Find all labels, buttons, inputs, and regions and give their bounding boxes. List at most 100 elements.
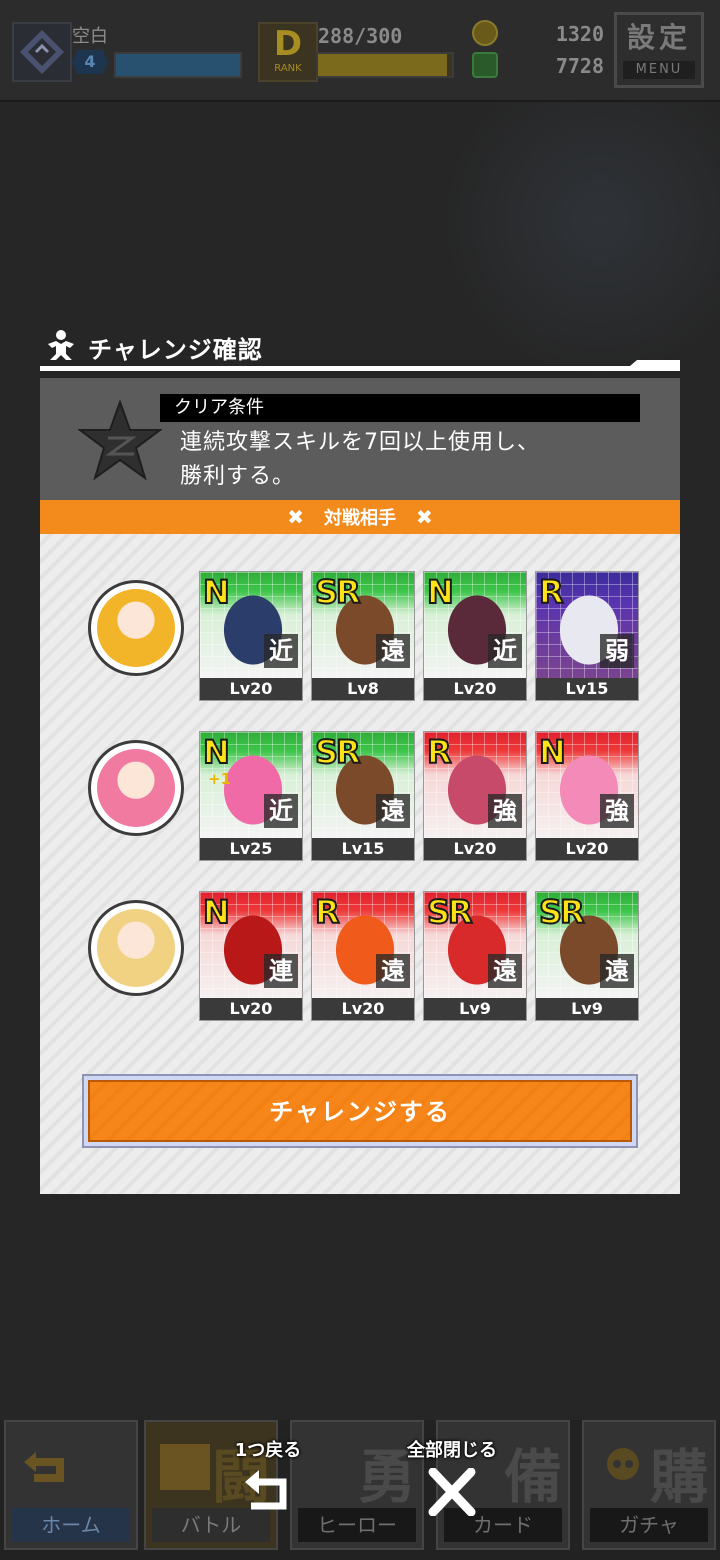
opponent-card[interactable]: R 強 Lv20 <box>424 732 526 860</box>
bottom-navigation: ホーム 闘 バトル 勇 ヒーロー 備 カード 購 ガチャ <box>0 1420 720 1560</box>
fighter-icon <box>48 330 74 360</box>
opponents-header: ✖ 対戦相手 ✖ <box>40 500 680 534</box>
card-type: 遠 <box>376 634 410 668</box>
card-type: 強 <box>600 794 634 828</box>
clear-condition-label: クリア条件 <box>160 394 640 422</box>
nav-home-label: ホーム <box>12 1508 130 1542</box>
opponent-card[interactable]: SR 遠 Lv9 <box>536 892 638 1020</box>
opponent-card[interactable]: SR 遠 Lv15 <box>312 732 414 860</box>
opponent-row: N 近 Lv20 SR 遠 Lv8 N 近 Lv20 R 弱 Lv15 <box>40 572 680 702</box>
menu-label: MENU <box>623 61 695 79</box>
card-rarity: SR <box>538 893 586 931</box>
card-level: Lv20 <box>424 838 526 860</box>
opponent-row: N +1 近 Lv25 SR 遠 Lv15 R 強 Lv20 N 強 Lv20 <box>40 732 680 862</box>
cross-deco-icon: ✖ <box>287 505 304 529</box>
player-level-badge: 4 <box>72 50 108 74</box>
nav-home[interactable]: ホーム <box>4 1420 138 1550</box>
card-level: Lv9 <box>536 998 638 1020</box>
card-rarity: SR <box>426 893 474 931</box>
rank-letter: D <box>273 24 303 64</box>
card-level: Lv8 <box>312 678 414 700</box>
opponents-label: 対戦相手 <box>324 508 396 529</box>
title-accent <box>630 360 680 366</box>
challenge-button[interactable]: チャレンジする <box>82 1074 638 1148</box>
opponent-card[interactable]: N 近 Lv20 <box>424 572 526 700</box>
card-level: Lv9 <box>424 998 526 1020</box>
menu-kanji: 設定 <box>626 21 691 54</box>
pink-hair-girl-portrait <box>97 749 175 827</box>
card-type: 連 <box>264 954 298 988</box>
card-level: Lv20 <box>200 678 302 700</box>
title-divider <box>40 366 680 371</box>
stamina-text: 288/300 <box>318 24 403 48</box>
card-rarity: N <box>538 733 567 771</box>
opponent-row: N 連 Lv20 R 遠 Lv20 SR 遠 Lv9 SR 遠 Lv9 <box>40 892 680 1022</box>
close-all-label: 全部閉じる <box>407 1440 497 1461</box>
player-emblem-icon[interactable] <box>12 22 72 82</box>
close-all-button[interactable]: 全部閉じる <box>392 1436 512 1516</box>
card-plus: +1 <box>208 770 232 788</box>
rank-label: RANK <box>274 63 302 74</box>
card-level: Lv15 <box>536 678 638 700</box>
card-type: 遠 <box>600 954 634 988</box>
clear-condition-section: クリア条件 連続攻撃スキルを7回以上使用し、 勝利する。 <box>40 378 680 500</box>
player-name: 空白 <box>72 26 108 47</box>
clear-condition-line2: 勝利する。 <box>180 464 296 489</box>
back-button-label: 1つ戻る <box>234 1440 302 1461</box>
card-rarity: N <box>202 893 231 931</box>
opponent-card[interactable]: SR 遠 Lv8 <box>312 572 414 700</box>
card-type: 遠 <box>488 954 522 988</box>
back-button[interactable]: 1つ戻る <box>208 1436 328 1516</box>
clear-condition-text: 連続攻撃スキルを7回以上使用し、 勝利する。 <box>180 426 620 494</box>
opponent-card[interactable]: N 近 Lv20 <box>200 572 302 700</box>
opponent-avatar[interactable] <box>88 580 184 676</box>
opponent-card[interactable]: R 弱 Lv15 <box>536 572 638 700</box>
card-level: Lv15 <box>312 838 414 860</box>
card-type: 近 <box>264 634 298 668</box>
dialog-title: チャレンジ確認 <box>88 336 263 364</box>
nav-gacha-label: ガチャ <box>590 1508 708 1542</box>
card-rarity: N <box>202 733 231 771</box>
card-type: 弱 <box>600 634 634 668</box>
opponent-card[interactable]: N +1 近 Lv25 <box>200 732 302 860</box>
gamepad-icon <box>160 1444 210 1490</box>
card-level: Lv20 <box>200 998 302 1020</box>
card-level: Lv25 <box>200 838 302 860</box>
card-rarity: R <box>314 893 341 931</box>
return-arrow-icon <box>24 1452 64 1482</box>
card-type: 遠 <box>376 954 410 988</box>
gem-icon <box>472 52 498 78</box>
nav-card-kanji: 備 <box>503 1443 562 1511</box>
skull-icon <box>607 1448 639 1480</box>
headphone-boy-portrait <box>97 589 175 667</box>
opponent-avatar[interactable] <box>88 900 184 996</box>
settings-menu-button[interactable]: 設定 MENU <box>614 12 704 88</box>
card-level: Lv20 <box>536 838 638 860</box>
star-icon <box>78 399 162 481</box>
challenge-confirm-panel: クリア条件 連続攻撃スキルを7回以上使用し、 勝利する。 ✖ 対戦相手 ✖ N 近 Lv… <box>40 378 680 1194</box>
card-rarity: SR <box>314 733 362 771</box>
nav-gacha[interactable]: 購 ガチャ <box>582 1420 716 1550</box>
opponent-card[interactable]: R 遠 Lv20 <box>312 892 414 1020</box>
card-type: 強 <box>488 794 522 828</box>
close-icon <box>428 1468 476 1516</box>
card-type: 遠 <box>376 794 410 828</box>
rank-badge: D RANK <box>258 22 318 82</box>
card-rarity: SR <box>314 573 362 611</box>
opponent-card[interactable]: N 強 Lv20 <box>536 732 638 860</box>
back-arrow-icon <box>245 1470 287 1510</box>
clear-condition-line1: 連続攻撃スキルを7回以上使用し、 <box>180 430 540 455</box>
card-rarity: R <box>426 733 453 771</box>
blonde-girl-portrait <box>97 909 175 987</box>
coin-icon <box>472 20 498 46</box>
opponent-card[interactable]: SR 遠 Lv9 <box>424 892 526 1020</box>
stamina-bar <box>316 52 454 78</box>
top-status-bar: 空白 4 D RANK 288/300 1320 7728 設定 MENU <box>0 0 720 102</box>
challenge-button-label: チャレンジする <box>88 1080 632 1142</box>
exp-bar <box>114 52 242 78</box>
coin-count: 1320 <box>555 22 604 46</box>
opponent-card[interactable]: N 連 Lv20 <box>200 892 302 1020</box>
card-type: 近 <box>264 794 298 828</box>
opponent-avatar[interactable] <box>88 740 184 836</box>
card-rarity: N <box>202 573 231 611</box>
